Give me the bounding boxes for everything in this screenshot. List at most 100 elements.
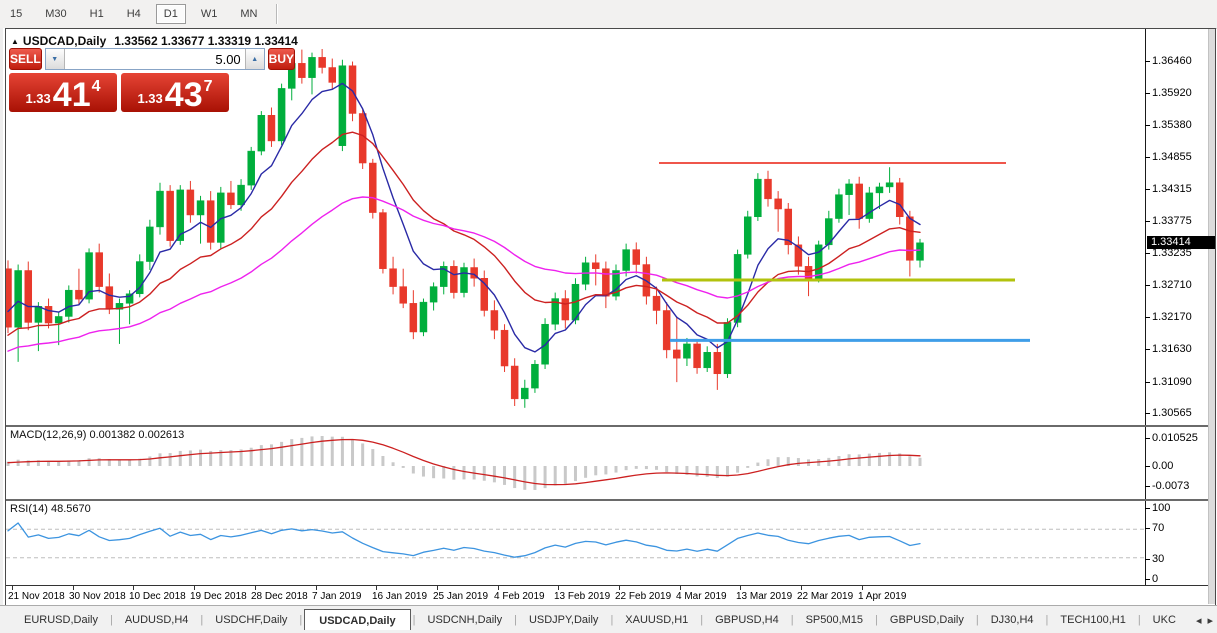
date-axis-tick (255, 586, 256, 590)
tab-separator: | (610, 614, 613, 626)
rsi-axis-label: 30 (1152, 553, 1164, 565)
collapse-arrow-icon[interactable]: ▲ (11, 37, 19, 46)
macd-axis-tick (1145, 486, 1150, 487)
current-price-label: 1.33414 (1147, 236, 1215, 249)
price-axis-label: 1.34315 (1152, 183, 1192, 195)
date-tick-label: 13 Mar 2019 (736, 591, 792, 602)
sell-price-display[interactable]: 1.33 41 4 (9, 73, 117, 112)
tab-separator: | (976, 614, 979, 626)
date-tick-label: 4 Mar 2019 (676, 591, 727, 602)
price-axis-tick (1145, 125, 1150, 126)
macd-label: MACD(12,26,9) 0.001382 0.002613 (10, 429, 184, 441)
price-axis-tick (1145, 349, 1150, 350)
date-tick-label: 1 Apr 2019 (858, 591, 906, 602)
tab-usdcad-daily[interactable]: USDCAD,Daily (304, 609, 410, 630)
timeframe-button-H4[interactable]: H4 (119, 4, 149, 24)
date-tick-label: 30 Nov 2018 (69, 591, 126, 602)
price-axis-label: 1.31090 (1152, 376, 1192, 388)
tab-separator: | (875, 614, 878, 626)
tab-separator: | (110, 614, 113, 626)
date-axis-tick (680, 586, 681, 590)
tab-usdjpy-daily[interactable]: USDJPY,Daily (519, 609, 609, 631)
timeframe-button-M30[interactable]: M30 (37, 4, 74, 24)
tab-separator: | (514, 614, 517, 626)
tab-ukc[interactable]: UKC (1143, 609, 1186, 631)
price-axis-tick (1145, 157, 1150, 158)
tab-usdchf-daily[interactable]: USDCHF,Daily (205, 609, 297, 631)
macd-axis-tick (1145, 466, 1150, 467)
tab-sp500-m15[interactable]: SP500,M15 (796, 609, 873, 631)
chart-title: ▲ USDCAD,Daily 1.33562 1.33677 1.33319 1.3… (11, 34, 298, 48)
mt4-window: 15 M30 H1 H4 D1 W1 MN ▲ USDCAD,Daily 1.33562 1.3… (0, 0, 1217, 633)
timeframe-button-15[interactable]: 15 (2, 4, 30, 24)
tab-separator: | (791, 614, 794, 626)
macd-axis-tick (1145, 438, 1150, 439)
rsi-axis-label: 100 (1152, 502, 1170, 514)
volume-decrease-button[interactable]: ▼ (46, 49, 65, 69)
tab-gbpusd-h4[interactable]: GBPUSD,H4 (705, 609, 789, 631)
date-axis-tick (12, 586, 13, 590)
price-axis-label: 1.33775 (1152, 215, 1192, 227)
tab-tech100-h1[interactable]: TECH100,H1 (1050, 609, 1135, 631)
price-axis-label: 1.32170 (1152, 311, 1192, 323)
tab-xauusd-h1[interactable]: XAUUSD,H1 (615, 609, 698, 631)
date-tick-label: 19 Dec 2018 (190, 591, 247, 602)
tab-audusd-h4[interactable]: AUDUSD,H4 (115, 609, 199, 631)
sell-price-prefix: 1.33 (25, 91, 50, 106)
price-axis-label: 1.35380 (1152, 119, 1192, 131)
rsi-axis-tick (1145, 559, 1150, 560)
tab-usdcnh-daily[interactable]: USDCNH,Daily (418, 609, 513, 631)
buy-price-big: 43 (165, 82, 203, 110)
timeframe-buttons: 15 M30 H1 H4 D1 W1 MN (0, 4, 272, 24)
timeframe-button-W1[interactable]: W1 (193, 4, 226, 24)
timeframe-button-D1[interactable]: D1 (156, 4, 186, 24)
chart-symbol-label: USDCAD,Daily (23, 34, 106, 48)
volume-spinner: ▼ ▲ (45, 48, 265, 70)
rsi-axis-label: 0 (1152, 573, 1158, 585)
price-axis-label: 1.34855 (1152, 151, 1192, 163)
timeframe-button-H1[interactable]: H1 (82, 4, 112, 24)
tab-scroll-arrows: ◂ ▸ (1196, 614, 1213, 627)
tab-dj30-h4[interactable]: DJ30,H4 (981, 609, 1044, 631)
date-tick-label: 7 Jan 2019 (312, 591, 362, 602)
price-axis-tick (1145, 285, 1150, 286)
macd-axis-label: 0.00 (1152, 460, 1173, 472)
date-axis-tick (801, 586, 802, 590)
macd-panel: MACD(12,26,9) 0.001382 0.002613 0.010525… (6, 425, 1215, 499)
date-axis-tick (194, 586, 195, 590)
chart-tabs: EURUSD,Daily|AUDUSD,H4|USDCHF,Daily|USDC… (0, 606, 1186, 633)
sell-button[interactable]: SELL (9, 48, 42, 70)
volume-input[interactable] (65, 49, 245, 69)
macd-axis-label: 0.010525 (1152, 432, 1198, 444)
price-axis-label: 1.31630 (1152, 343, 1192, 355)
price-axis-tick (1145, 317, 1150, 318)
rsi-label: RSI(14) 48.5670 (10, 503, 91, 515)
rsi-axis-tick (1145, 579, 1150, 580)
rsi-axis-label: 70 (1152, 522, 1164, 534)
chevron-up-icon: ▲ (251, 56, 258, 63)
price-axis-tick (1145, 93, 1150, 94)
date-axis-tick (619, 586, 620, 590)
volume-increase-button[interactable]: ▲ (245, 49, 264, 69)
chart-ohlc-values: 1.33562 1.33677 1.33319 1.33414 (114, 34, 298, 48)
date-tick-label: 28 Dec 2018 (251, 591, 308, 602)
date-tick-label: 25 Jan 2019 (433, 591, 488, 602)
price-axis-tick (1145, 413, 1150, 414)
timeframe-button-MN[interactable]: MN (232, 4, 265, 24)
tab-separator: | (700, 614, 703, 626)
date-tick-label: 16 Jan 2019 (372, 591, 427, 602)
buy-button[interactable]: BUY (268, 48, 295, 70)
buy-price-display[interactable]: 1.33 43 7 (121, 73, 229, 112)
chevron-down-icon: ▼ (51, 56, 58, 63)
price-axis-tick (1145, 221, 1150, 222)
tabs-scroll-right-icon[interactable]: ▸ (1207, 614, 1213, 627)
date-axis-tick (740, 586, 741, 590)
date-tick-label: 10 Dec 2018 (129, 591, 186, 602)
price-axis-label: 1.30565 (1152, 407, 1192, 419)
chart-window: ▲ USDCAD,Daily 1.33562 1.33677 1.33319 1.3… (5, 28, 1216, 605)
tab-eurusd-daily[interactable]: EURUSD,Daily (14, 609, 108, 631)
one-click-trading-panel: SELL ▼ ▲ BUY 1.33 41 (9, 48, 233, 112)
date-tick-label: 4 Feb 2019 (494, 591, 545, 602)
tab-gbpusd-daily[interactable]: GBPUSD,Daily (880, 609, 974, 631)
tabs-scroll-left-icon[interactable]: ◂ (1196, 614, 1202, 627)
